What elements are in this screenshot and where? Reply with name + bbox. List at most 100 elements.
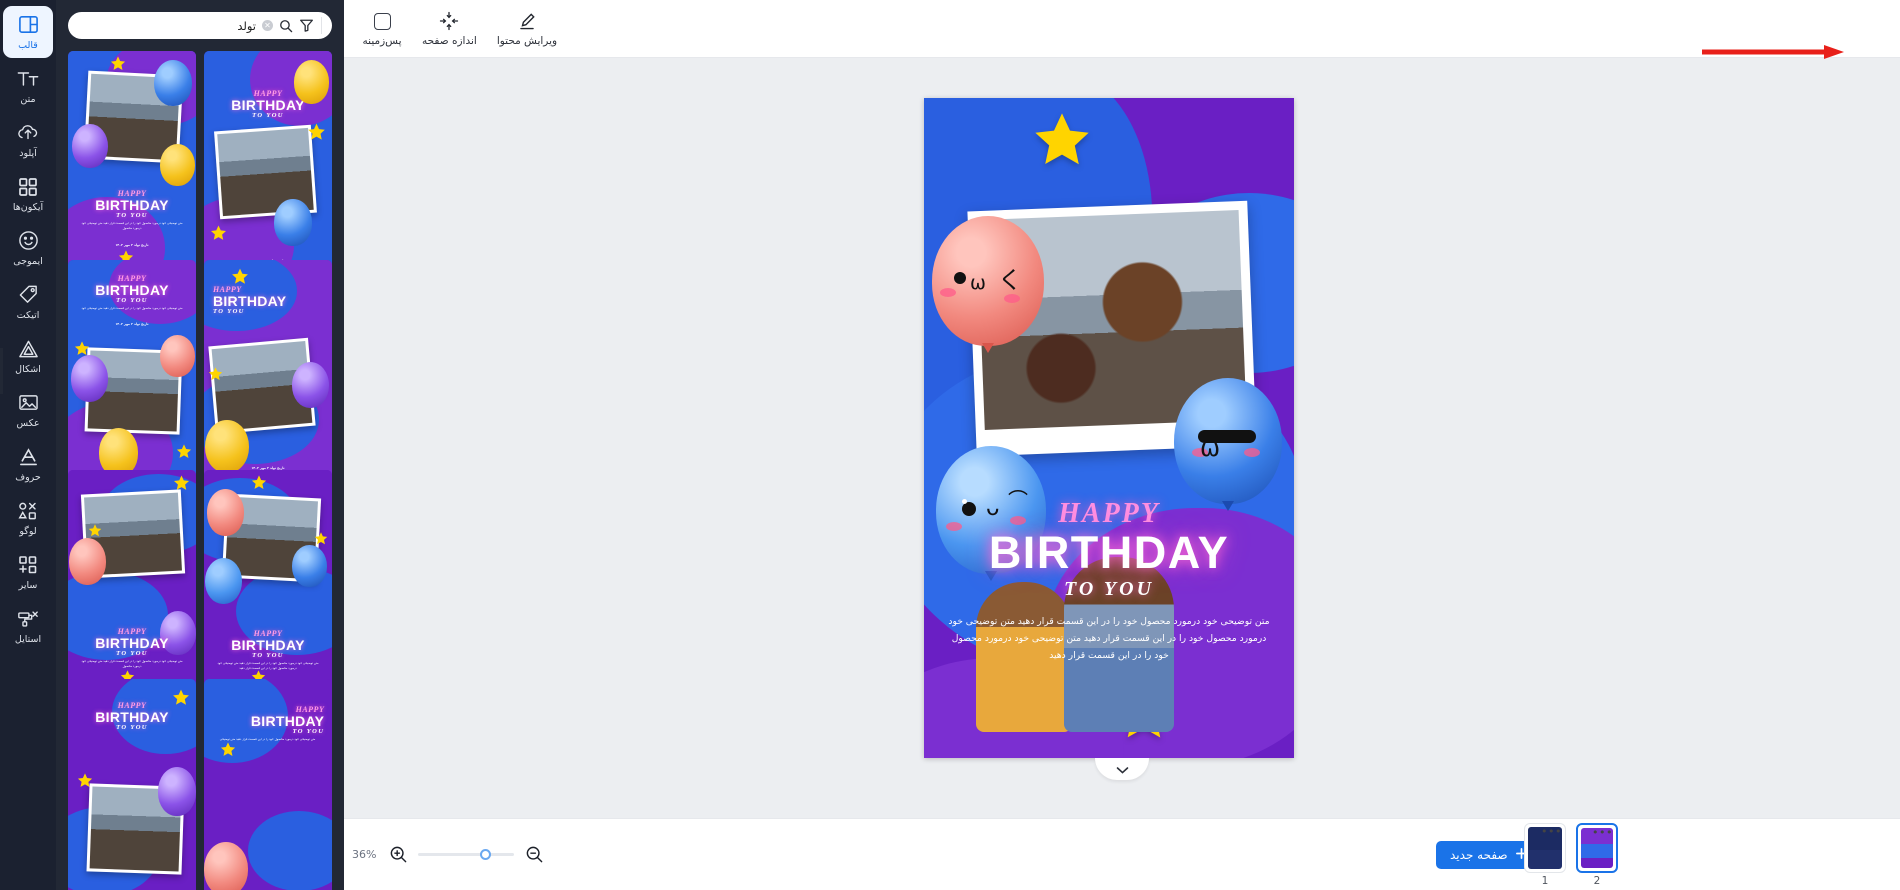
- templates-search-row: ✕: [56, 0, 344, 51]
- rail-item-label[interactable]: اتیکت: [3, 276, 53, 328]
- zoom-slider[interactable]: [418, 848, 514, 862]
- filter-funnel-icon[interactable]: [299, 17, 322, 34]
- template-body-text: متن توضیحی خود درمورد محصول خود را در ای…: [81, 221, 183, 231]
- template-title-block: HAPPY BIRTHDAY TO YOU متن توضیحی خود درم…: [68, 627, 196, 669]
- template-card[interactable]: HAPPY BIRTHDAY TO YOU تاریخ تولد ۲ مهر ۱…: [204, 51, 332, 273]
- rail-label: قالب: [18, 39, 38, 51]
- templates-panel: ✕: [0, 0, 344, 890]
- rail-label: اشکال: [15, 363, 41, 375]
- rail-item-template[interactable]: قالب: [3, 6, 53, 58]
- rail-item-style[interactable]: استایل: [3, 600, 53, 652]
- edit-content-button[interactable]: ویرایش محتوا: [489, 4, 565, 54]
- rail-item-other[interactable]: سایر: [3, 546, 53, 598]
- tools-rail: قالب متن آپلود: [0, 0, 56, 890]
- templates-column: ✕: [56, 0, 344, 890]
- rail-item-image[interactable]: عکس: [3, 384, 53, 436]
- rail-item-upload[interactable]: آپلود: [3, 114, 53, 166]
- page-number: 2: [1593, 874, 1601, 887]
- rail-label: سایر: [18, 579, 38, 591]
- rail-label: لوگو: [19, 525, 37, 537]
- design-canvas[interactable]: ω く ᴗ ⌒ ω HAPPY BIRTHDAY TO YOU متن توضی…: [924, 98, 1294, 758]
- rail-item-logo[interactable]: لوگو: [3, 492, 53, 544]
- rail-item-shapes[interactable]: اشکال: [3, 330, 53, 382]
- template-title-toyou: TO YOU: [252, 651, 284, 659]
- canvas-collapse-toggle[interactable]: [1095, 758, 1149, 780]
- template-body-text: متن توضیحی خود درمورد محصول خود را در ای…: [81, 305, 183, 310]
- grid-plus-icon: [18, 554, 38, 576]
- template-title-birthday: BIRTHDAY: [212, 292, 287, 309]
- template-caption: تاریخ تولد ۲ مهر ۱۴۰۲: [115, 322, 149, 327]
- page-item[interactable]: ••• 1: [1524, 822, 1566, 887]
- rail-label: حروف: [15, 471, 41, 483]
- more-dots-icon[interactable]: •••: [1541, 825, 1562, 838]
- balloon-blue: [292, 544, 327, 587]
- page-size-button[interactable]: اندازه صفحه: [414, 4, 485, 54]
- background-button-label: پس‌زمینه: [362, 35, 402, 47]
- template-title-birthday: BIRTHDAY: [95, 708, 169, 725]
- canvas-text-block[interactable]: HAPPY BIRTHDAY TO YOU متن توضیحی خود درم…: [924, 498, 1294, 664]
- template-title-birthday: BIRTHDAY: [95, 197, 169, 214]
- search-box[interactable]: ✕: [68, 12, 332, 39]
- page-number: 1: [1541, 874, 1549, 887]
- rail-item-icons[interactable]: آیکون‌ها: [3, 168, 53, 220]
- template-card[interactable]: HAPPY BIRTHDAY TO YOU: [68, 678, 196, 890]
- rail-item-letters[interactable]: حروف: [3, 438, 53, 490]
- rail-label: آپلود: [19, 147, 37, 159]
- canvas-title-toyou: TO YOU: [1063, 577, 1155, 600]
- templates-grid: HAPPY BIRTHDAY TO YOU تاریخ تولد ۲ مهر ۱…: [56, 51, 344, 890]
- canvas-title-happy: HAPPY: [1058, 498, 1160, 529]
- template-title-birthday: BIRTHDAY: [231, 636, 305, 653]
- editor-app: پس‌زمینه اندازه صفحه ویر: [0, 0, 1900, 890]
- template-card[interactable]: HAPPY BIRTHDAY TO YOU متن توضیحی خود درم…: [68, 51, 196, 273]
- balloon-yellow: [293, 59, 330, 105]
- zoom-slider-thumb[interactable]: [480, 849, 491, 860]
- resize-arrows-icon: [439, 10, 459, 32]
- balloon-blue: [153, 59, 193, 107]
- template-card[interactable]: HAPPY BIRTHDAY TO YOU متن توضیحی خود درم…: [204, 469, 332, 691]
- picture-image-icon: [18, 392, 39, 414]
- text-tt-icon: [17, 68, 39, 90]
- canvas-body-text: متن توضیحی خود درمورد محصول خود را در ای…: [948, 615, 1270, 661]
- bottom-bar: 36% صفحه جدید ••• 1 ••• 2: [344, 818, 1900, 890]
- template-body-text: متن توضیحی خود درمورد محصول خود را در ای…: [81, 658, 183, 668]
- chevron-down-icon: [1116, 760, 1129, 779]
- page-item[interactable]: ••• 2: [1576, 822, 1618, 887]
- page-thumbnail-selected[interactable]: •••: [1576, 822, 1618, 873]
- rail-label: استایل: [14, 633, 42, 645]
- editor-area: پس‌زمینه اندازه صفحه ویر: [344, 0, 1900, 890]
- logo-shapes-icon: [17, 500, 39, 522]
- zoom-in-icon[interactable]: [387, 844, 409, 866]
- template-card[interactable]: HAPPY BIRTHDAY TO YOU متن توضیحی خود درم…: [68, 469, 196, 691]
- search-icon[interactable]: [279, 19, 293, 33]
- template-title-toyou: TO YOU: [116, 212, 148, 220]
- page-thumbnail[interactable]: •••: [1524, 822, 1566, 873]
- template-title-block: HAPPY BIRTHDAY TO YOU متن توضیحی خود درم…: [204, 705, 332, 742]
- clear-circle-icon[interactable]: ✕: [262, 20, 273, 31]
- search-input[interactable]: [72, 18, 256, 33]
- zoom-controls: 36%: [352, 844, 545, 866]
- template-card[interactable]: HAPPY BIRTHDAY TO YOU متن توضیحی خود درم…: [204, 678, 332, 890]
- panel-collapse-toggle[interactable]: [0, 348, 3, 394]
- balloon-pink: [69, 538, 107, 585]
- canvas-workspace[interactable]: ω く ᴗ ⌒ ω HAPPY BIRTHDAY TO YOU متن توضی…: [344, 58, 1900, 818]
- balloon-blue: [274, 199, 312, 246]
- balloon-pink: [160, 335, 195, 378]
- edit-content-button-label: ویرایش محتوا: [496, 35, 558, 47]
- template-layout-icon: [18, 14, 39, 36]
- zoom-out-icon[interactable]: [523, 844, 545, 866]
- rail-item-emoji[interactable]: ایموجی: [3, 222, 53, 274]
- pages-strip: ••• 1 ••• 2: [1524, 822, 1618, 887]
- template-body-text: متن توضیحی خود درمورد محصول خود را در ای…: [217, 660, 319, 670]
- rail-item-text[interactable]: متن: [3, 60, 53, 112]
- balloon-purple: [71, 123, 108, 169]
- background-button[interactable]: پس‌زمینه: [354, 4, 410, 54]
- template-card[interactable]: HAPPY BIRTHDAY TO YOU متن توضیحی خود درم…: [68, 260, 196, 482]
- template-card[interactable]: HAPPY BIRTHDAY TO YOU تاریخ تولد ۲ مهر ۱…: [204, 260, 332, 482]
- more-dots-icon[interactable]: •••: [1592, 826, 1613, 839]
- template-title-block: HAPPY BIRTHDAY TO YOU: [204, 285, 332, 315]
- new-page-label: صفحه جدید: [1450, 847, 1508, 862]
- smiley-face-icon: [18, 230, 39, 252]
- rail-label: متن: [20, 93, 36, 105]
- template-title-birthday: BIRTHDAY: [95, 281, 169, 298]
- balloon-blue-right: ω: [1174, 378, 1282, 504]
